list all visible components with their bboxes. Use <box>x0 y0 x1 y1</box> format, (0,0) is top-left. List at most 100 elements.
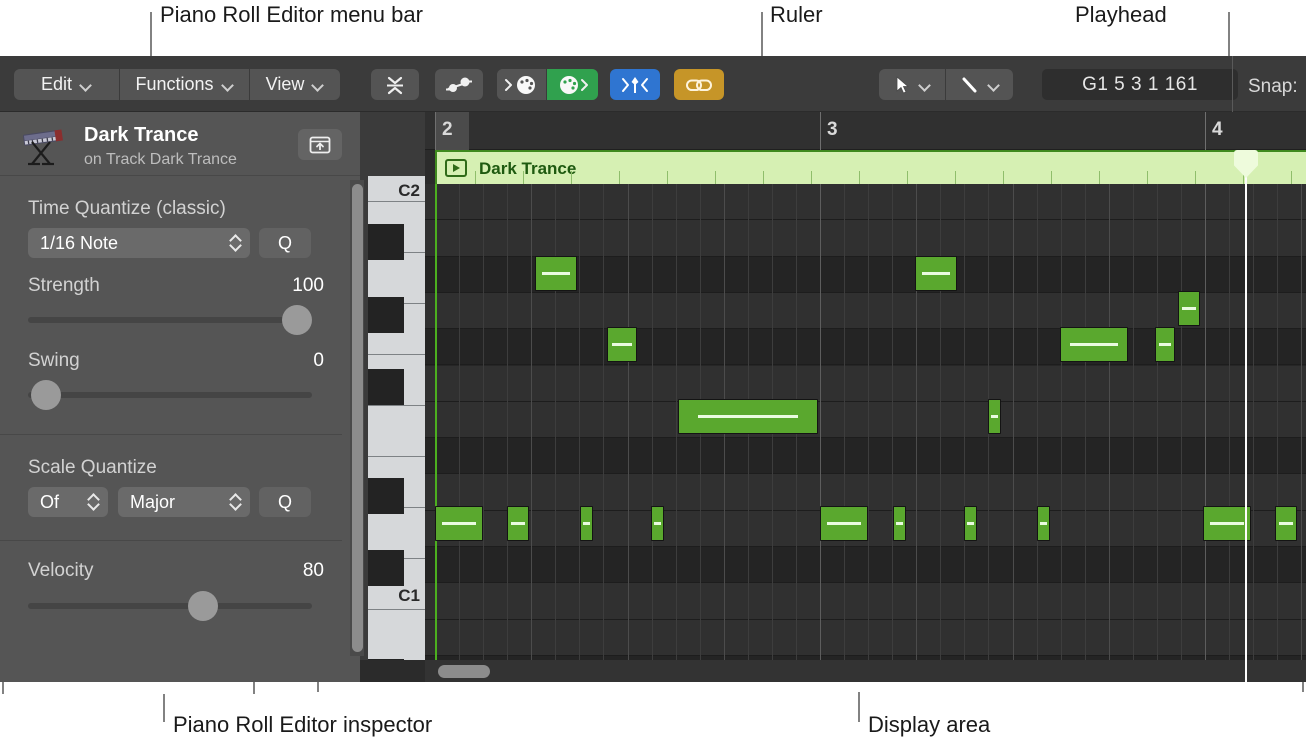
midi-note[interactable] <box>964 506 977 541</box>
midi-note[interactable] <box>1275 506 1297 541</box>
grid-row[interactable] <box>425 583 1306 620</box>
note-velocity-line <box>510 522 526 525</box>
grid-row[interactable] <box>425 184 1306 221</box>
grid-line <box>483 184 484 682</box>
scale-quantize-scale-popup[interactable]: Major <box>118 487 250 517</box>
chevron-down-icon <box>223 81 234 88</box>
brush-button[interactable] <box>610 69 660 100</box>
note-velocity-line <box>541 272 571 275</box>
midi-note[interactable] <box>507 506 529 541</box>
strength-label: Strength <box>28 275 100 296</box>
midi-note[interactable] <box>580 506 593 541</box>
black-key[interactable] <box>368 297 404 333</box>
menu-view[interactable]: View <box>250 69 340 100</box>
horizontal-scrollbar-thumb[interactable] <box>438 665 490 678</box>
time-quantize-popup[interactable]: 1/16 Note <box>28 228 250 258</box>
black-key[interactable] <box>368 550 404 586</box>
midi-note[interactable] <box>1060 327 1128 362</box>
piano-roll-inspector: Dark Trance on Track Dark Trance Time Qu… <box>0 112 360 682</box>
note-velocity-line <box>1158 343 1172 346</box>
region-tick <box>859 171 860 184</box>
callout-leader-display <box>858 692 860 722</box>
note-velocity-line <box>895 522 904 525</box>
menu-edit[interactable]: Edit <box>14 69 120 100</box>
black-key[interactable] <box>368 478 404 514</box>
position-display[interactable]: G1 5 3 1 161 <box>1042 69 1238 100</box>
grid-row[interactable] <box>425 547 1306 584</box>
grid-row[interactable] <box>425 619 1306 656</box>
midi-note[interactable] <box>1203 506 1251 541</box>
midi-note[interactable] <box>607 327 637 362</box>
inspector-scrollbar-thumb[interactable] <box>352 184 363 652</box>
midi-in-button[interactable] <box>497 69 547 100</box>
tool-group <box>879 69 1013 100</box>
piano-roll-menu-bar: Edit Functions View G1 5 3 1 161 Snap: <box>0 56 1306 112</box>
grid-row[interactable] <box>425 401 1306 439</box>
pointer-tool[interactable] <box>879 69 946 100</box>
region-header[interactable]: Dark Trance <box>435 150 1306 184</box>
pencil-tool[interactable] <box>946 69 1013 100</box>
midi-note[interactable] <box>651 506 664 541</box>
strength-slider-track[interactable] <box>28 317 312 323</box>
midi-note[interactable] <box>915 256 957 291</box>
midi-note[interactable] <box>988 399 1001 434</box>
strength-slider-knob[interactable] <box>282 305 312 335</box>
grid-line <box>1181 184 1182 682</box>
piano-keyboard[interactable]: C2 C1 <box>368 176 425 682</box>
grid-line <box>676 184 677 682</box>
midi-note[interactable] <box>435 506 483 541</box>
swing-slider-knob[interactable] <box>31 380 61 410</box>
grid-line <box>1109 184 1110 682</box>
midi-out-button[interactable] <box>547 69 598 100</box>
region-tick <box>1099 171 1100 184</box>
grid-row[interactable] <box>425 292 1306 330</box>
black-key[interactable] <box>368 369 404 405</box>
key-label-c2: C2 <box>398 181 420 200</box>
white-key[interactable] <box>368 610 425 661</box>
region-tick <box>571 171 572 184</box>
collapse-expand-button[interactable] <box>371 69 419 100</box>
region-tick <box>955 171 956 184</box>
ruler-tick <box>435 112 436 150</box>
callout-bracket-inspector <box>2 682 255 694</box>
ruler-tick <box>1205 112 1206 150</box>
region-left-edge <box>435 184 437 682</box>
menu-functions[interactable]: Functions <box>120 69 250 100</box>
midi-note[interactable] <box>1037 506 1050 541</box>
playhead-line[interactable] <box>1245 150 1247 682</box>
region-play-button[interactable] <box>445 159 467 177</box>
midi-note[interactable] <box>820 506 868 541</box>
note-velocity-line <box>1039 522 1048 525</box>
ruler-bar-number: 2 <box>442 119 453 140</box>
scale-quantize-root-popup[interactable]: Of <box>28 487 108 517</box>
black-key[interactable] <box>368 224 404 260</box>
horizontal-scrollbar-track[interactable] <box>425 660 1306 682</box>
midi-note[interactable] <box>678 399 818 434</box>
white-key[interactable] <box>368 406 425 457</box>
velocity-slider-track[interactable] <box>28 603 312 609</box>
scale-quantize-root-value: Of <box>40 491 60 512</box>
time-quantize-q-button[interactable]: Q <box>259 228 311 258</box>
chevron-down-icon <box>920 81 931 88</box>
note-velocity-line <box>582 522 591 525</box>
note-velocity-line <box>698 415 798 418</box>
grid-row[interactable] <box>425 220 1306 257</box>
midi-note[interactable] <box>1178 291 1200 326</box>
open-in-window-button[interactable] <box>298 129 342 160</box>
grid-row[interactable] <box>425 365 1306 402</box>
grid-line <box>652 184 653 682</box>
midi-in-icon <box>504 75 535 94</box>
ruler[interactable]: 2 3 4 <box>425 112 1306 150</box>
midi-note[interactable] <box>1155 327 1175 362</box>
grid-row[interactable] <box>425 438 1306 475</box>
grid-line <box>531 184 532 682</box>
swing-slider-track[interactable] <box>28 392 312 398</box>
midi-note[interactable] <box>535 256 577 291</box>
note-grid[interactable] <box>425 184 1306 682</box>
midi-note[interactable] <box>893 506 906 541</box>
scale-quantize-q-button[interactable]: Q <box>259 487 311 517</box>
link-button[interactable] <box>674 69 724 100</box>
note-velocity-button[interactable] <box>435 69 483 100</box>
menu-edit-label: Edit <box>40 74 73 94</box>
velocity-slider-knob[interactable] <box>188 591 218 621</box>
